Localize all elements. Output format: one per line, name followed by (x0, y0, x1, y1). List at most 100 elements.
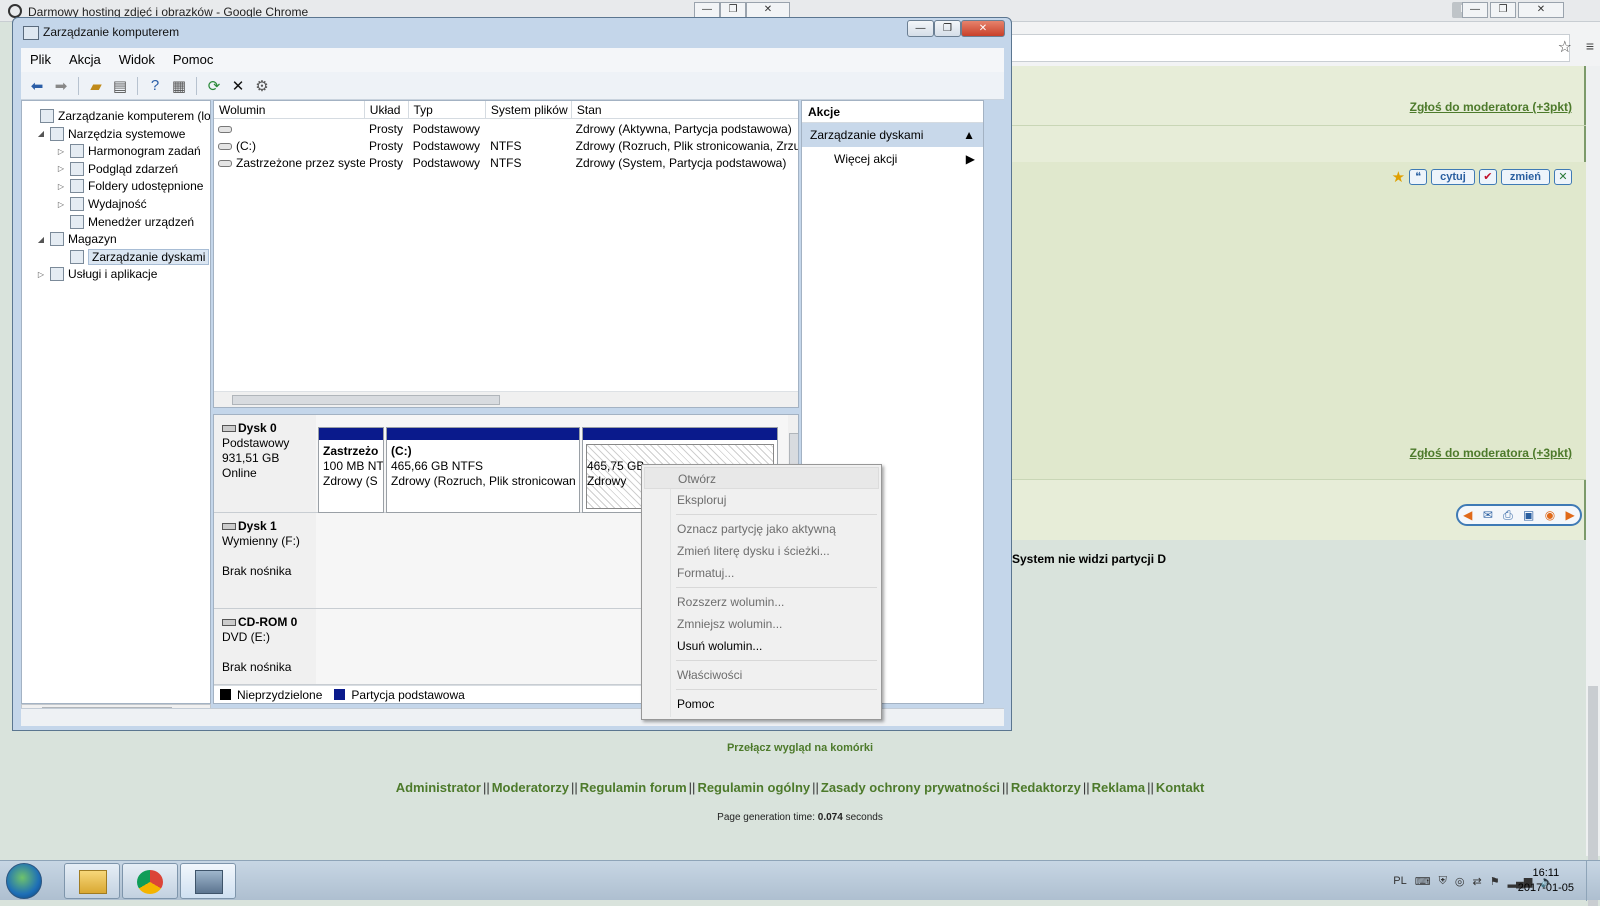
taskbar-computer-management-button[interactable] (180, 863, 236, 899)
partition-block[interactable]: (C:) 465,66 GB NTFS Zdrowy (Rozruch, Plik … (386, 427, 580, 513)
chrome-background-maximize-button[interactable]: ❐ (720, 2, 746, 18)
column-header[interactable]: Stan (572, 101, 798, 118)
footer-link[interactable]: Regulamin forum (580, 780, 687, 795)
volume-scroll-thumb[interactable] (232, 395, 500, 405)
collapse-up-icon[interactable]: ▲ (963, 128, 975, 142)
forward-icon[interactable]: ➡ (51, 76, 71, 96)
tree-node[interactable]: ▷ Podgląd zdarzeń (56, 160, 178, 178)
close-post-icon[interactable]: ✕ (1554, 169, 1572, 185)
prev-arrow-icon[interactable]: ◀ (1463, 508, 1472, 522)
disk-info[interactable]: Dysk 0 Podstawowy 931,51 GB Online (214, 415, 316, 513)
up-folder-icon[interactable]: ▰ (86, 76, 106, 96)
context-menu-item[interactable]: Rozszerz wolumin... (644, 591, 879, 613)
actions-section-disk-management[interactable]: Zarządzanie dyskami ▲ (802, 123, 983, 147)
expand-arrow-icon[interactable]: ◢ (36, 129, 46, 138)
context-menu-item[interactable]: Zmniejsz wolumin... (644, 613, 879, 635)
clock[interactable]: 16:11 2017-01-05 (1518, 866, 1574, 896)
watch-icon[interactable]: ◉ (1545, 508, 1555, 522)
refresh-icon[interactable]: ⟳ (204, 76, 224, 96)
chrome-menu-icon[interactable]: ≡ (1586, 38, 1594, 54)
tree-node[interactable]: ◢ Magazyn (36, 230, 117, 248)
volume-horizontal-scrollbar[interactable] (214, 391, 798, 407)
steam-icon[interactable]: ◎ (1455, 875, 1465, 888)
context-menu-item[interactable]: Pomoc (644, 693, 879, 715)
menu-plik[interactable]: Plik (21, 48, 60, 72)
tree-node[interactable]: Zarządzanie dyskami (56, 248, 210, 266)
disk-info[interactable]: Dysk 1 Wymienny (F:) Brak nośnika (214, 513, 316, 609)
expand-arrow-icon[interactable]: ▷ (56, 182, 66, 191)
tree-node[interactable]: ▷ Wydajność (56, 195, 147, 213)
expand-arrow-icon[interactable]: ▷ (36, 270, 46, 279)
show-hide-tree-icon[interactable]: ▤ (110, 76, 130, 96)
footer-link[interactable]: Regulamin ogólny (697, 780, 810, 795)
properties-icon[interactable]: ▦ (169, 76, 189, 96)
show-desktop-button[interactable] (1586, 861, 1600, 901)
save-icon[interactable]: ▣ (1523, 508, 1534, 522)
tree-node[interactable]: ◢ Narzędzia systemowe (36, 125, 185, 143)
keyboard-icon[interactable]: ⌨ (1415, 875, 1431, 888)
page-scrollbar[interactable] (1586, 66, 1600, 906)
check-icon[interactable]: ✔ (1478, 169, 1497, 185)
maximize-button[interactable]: ❐ (934, 20, 961, 37)
partition-block[interactable]: Zastrzeżo 100 MB NT Zdrowy (S (318, 427, 384, 513)
footer-link[interactable]: Kontakt (1156, 780, 1204, 795)
more-actions-item[interactable]: Więcej akcji ▶ (802, 147, 983, 171)
edit-button[interactable]: zmień (1500, 169, 1550, 185)
expand-arrow-icon[interactable]: ◢ (36, 235, 46, 244)
action-center-flag-icon[interactable]: ⚑ (1490, 875, 1500, 888)
menu-widok[interactable]: Widok (110, 48, 164, 72)
expand-arrow-icon[interactable]: ▷ (56, 200, 66, 209)
close-button[interactable]: ✕ (961, 20, 1005, 37)
taskbar-chrome-button[interactable] (122, 863, 178, 899)
star-icon[interactable]: ★ (1392, 168, 1405, 186)
quote-button[interactable]: cytuj (1431, 169, 1475, 185)
chrome-minimize-button[interactable]: — (1462, 2, 1488, 18)
bookmark-star-icon[interactable]: ☆ (1558, 37, 1572, 57)
tree-node[interactable]: Menedżer urządzeń (56, 213, 194, 231)
expand-arrow-icon[interactable]: ▷ (56, 164, 66, 173)
chrome-close-button[interactable]: ✕ (1518, 2, 1564, 18)
expand-arrow-icon[interactable]: ▷ (56, 147, 66, 156)
context-menu-item[interactable]: Właściwości (644, 664, 879, 686)
next-arrow-icon[interactable]: ▶ (1566, 508, 1575, 522)
context-menu-item[interactable]: Oznacz partycję jako aktywną (644, 518, 879, 540)
help-icon[interactable]: ? (145, 76, 165, 96)
chrome-address-bar[interactable] (1000, 34, 1570, 62)
footer-link[interactable]: Redaktorzy (1011, 780, 1081, 795)
report-to-moderator-link[interactable]: Zgłoś do moderatora (+3pkt) (1410, 100, 1572, 114)
context-menu-item[interactable]: Zmień literę dysku i ścieżki... (644, 540, 879, 562)
chrome-maximize-button[interactable]: ❐ (1490, 2, 1516, 18)
context-menu-item[interactable]: Formatuj... (644, 562, 879, 584)
language-indicator[interactable]: PL (1393, 875, 1406, 887)
column-header[interactable]: Typ (409, 101, 486, 118)
context-menu-item[interactable]: Otwórz (644, 467, 879, 489)
footer-link[interactable]: Administrator (396, 780, 481, 795)
tree-node[interactable]: Zarządzanie komputerem (loka (26, 107, 210, 125)
menu-pomoc[interactable]: Pomoc (164, 48, 222, 72)
minimize-button[interactable]: — (907, 20, 934, 37)
tree-node[interactable]: ▷ Foldery udostępnione (56, 177, 203, 195)
column-header[interactable]: System plików (486, 101, 572, 118)
context-menu-item[interactable]: Eksploruj (644, 489, 879, 511)
footer-link[interactable]: Moderatorzy (492, 780, 569, 795)
tree-node[interactable]: ▷ Usługi i aplikacje (36, 265, 157, 283)
tree-node[interactable]: ▷ Harmonogram zadań (56, 142, 201, 160)
network-share-icon[interactable]: ⇄ (1472, 875, 1481, 888)
taskbar-explorer-button[interactable] (64, 863, 120, 899)
column-header[interactable]: Układ (365, 101, 409, 118)
volume-row[interactable]: (C:) Prosty Podstawowy NTFS Zdrowy (Rozruch,… (214, 138, 798, 155)
quote-icon[interactable]: ❝ (1409, 169, 1428, 185)
mail-icon[interactable]: ✉ (1483, 508, 1493, 522)
settings-icon[interactable]: ⚙ (252, 76, 272, 96)
context-menu-item[interactable]: Usuń wolumin... (644, 635, 879, 657)
volume-row[interactable]: Zastrzeżone przez system Prosty Podstawowy… (214, 155, 798, 172)
mobile-view-switch-link[interactable]: Przełącz wygląd na komórki (0, 742, 1600, 754)
start-button[interactable] (6, 863, 42, 899)
disk-info[interactable]: CD-ROM 0 DVD (E:) Brak nośnika (214, 609, 316, 685)
footer-link[interactable]: Reklama (1092, 780, 1145, 795)
security-icon[interactable]: ⛨ (1439, 875, 1447, 888)
menu-akcja[interactable]: Akcja (60, 48, 110, 72)
chrome-background-minimize-button[interactable]: — (694, 2, 720, 18)
print-icon[interactable]: ⎙ (1503, 508, 1513, 523)
report-to-moderator-link[interactable]: Zgłoś do moderatora (+3pkt) (1410, 446, 1572, 460)
